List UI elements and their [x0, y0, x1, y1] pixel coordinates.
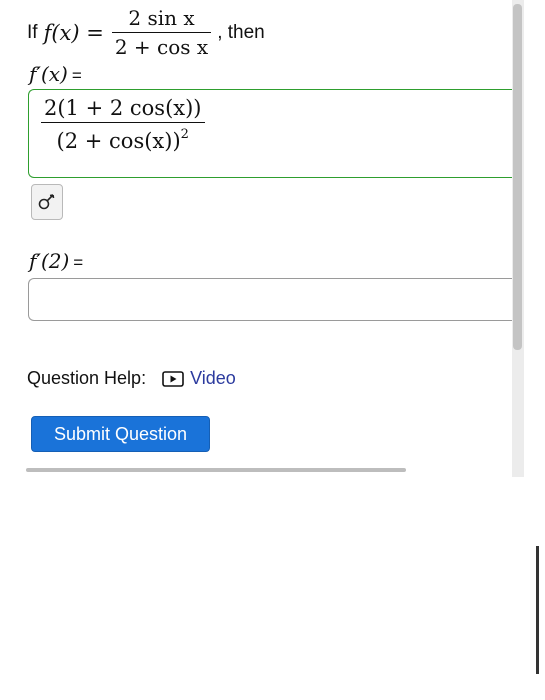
- page-scrollbar[interactable]: [536, 546, 539, 674]
- derivative-answer-field[interactable]: 2(1 + 2 cos(x)) (2 + cos(x))2: [28, 89, 524, 178]
- function-numerator: 2 sin x: [128, 6, 195, 30]
- question-trailing: , then: [217, 21, 265, 43]
- play-icon: [162, 370, 184, 387]
- value-answer-input[interactable]: [28, 278, 524, 321]
- derivative-label: f′(x) =: [29, 62, 82, 87]
- derivative-equals: =: [71, 66, 82, 85]
- preview-eye-icon: [38, 194, 55, 210]
- question-help: Question Help: Video: [27, 368, 236, 389]
- function-denominator: 2 + cos x: [114, 35, 209, 59]
- question-help-label: Question Help:: [27, 368, 147, 388]
- vertical-scroll-thumb[interactable]: [513, 4, 522, 350]
- question-lead: If: [27, 21, 38, 43]
- derivative-symbol: f′(x): [29, 62, 68, 86]
- function-fraction: 2 sin x 2 + cos x: [111, 6, 212, 59]
- value-equals: =: [73, 253, 84, 272]
- answer-denominator-base: (2 + cos(x)): [56, 129, 181, 153]
- function-lhs: f(x) =: [43, 20, 104, 45]
- derivative-answer: 2(1 + 2 cos(x)) (2 + cos(x))2: [41, 96, 205, 153]
- video-link-label: Video: [190, 368, 236, 388]
- answer-numerator: 2(1 + 2 cos(x)): [44, 96, 202, 120]
- value-symbol: f′(2): [29, 249, 70, 273]
- submit-question-button[interactable]: Submit Question: [31, 416, 210, 452]
- preview-button[interactable]: [31, 184, 63, 220]
- answer-denominator: (2 + cos(x))2: [54, 123, 192, 153]
- question-text: If f(x) = 2 sin x 2 + cos x , then: [27, 6, 265, 59]
- horizontal-scrollbar[interactable]: [26, 468, 406, 472]
- video-link[interactable]: Video: [162, 368, 236, 389]
- answer-exponent: 2: [180, 127, 189, 142]
- value-label: f′(2) =: [29, 249, 83, 274]
